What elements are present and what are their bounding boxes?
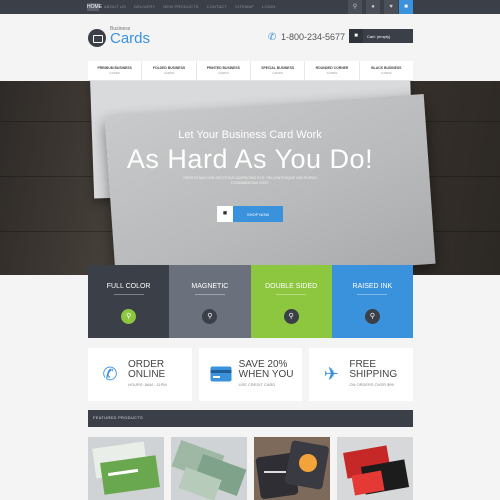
tile-title: RAISED INK xyxy=(352,283,393,290)
top-links: ABOUT US DELIVERY NEW PRODUCTS CONTACT S… xyxy=(104,4,275,9)
nav-sub: CARDS xyxy=(381,71,392,75)
cart-button[interactable]: ■ Cart: (empty) xyxy=(349,29,413,43)
logo-icon[interactable] xyxy=(88,29,106,47)
header: Business Cards ✆ 1-800-234-5677 ■ Cart: … xyxy=(0,14,500,61)
info-order-online[interactable]: ✆ ORDER ONLINE HOURS: 8AM - 11PM xyxy=(88,348,192,401)
nav-sub: CARDS xyxy=(272,71,283,75)
product-image-1[interactable] xyxy=(88,437,164,500)
top-link-delivery[interactable]: DELIVERY xyxy=(134,4,155,9)
cart-icon: ■ xyxy=(349,29,363,43)
tile-full-color[interactable]: FULL COLOR ⚲ xyxy=(88,265,170,338)
product-image-3[interactable] xyxy=(254,437,330,500)
top-link-about[interactable]: ABOUT US xyxy=(104,4,126,9)
hero-title: As Hard As You Do! xyxy=(126,144,374,174)
cart-label: Cart: (empty) xyxy=(367,33,391,39)
info-line3: ON ORDERS OVER $99 xyxy=(349,382,394,387)
airplane-icon: ✈ xyxy=(323,364,339,384)
product-image-4[interactable] xyxy=(337,437,413,500)
nav-item-premium[interactable]: PREMIUM BUSINESS CARDS xyxy=(88,61,143,80)
search-icon[interactable]: ⚲ xyxy=(348,0,362,14)
nav-sub: CARDS xyxy=(109,71,120,75)
product-grid xyxy=(88,437,413,500)
tile-raised-ink[interactable]: RAISED INK ⚲ xyxy=(331,265,413,338)
info-line3: HOURS: 8AM - 11PM xyxy=(128,382,167,387)
product-image-2[interactable] xyxy=(171,437,247,500)
phone-icon: ✆ xyxy=(268,32,277,43)
nav-item-black[interactable]: BLACK BUSINESS CARDS xyxy=(360,61,413,80)
shop-now-label: SHOP NOW xyxy=(246,211,270,217)
info-line2: ONLINE xyxy=(128,369,166,380)
info-line3: USE CREDIT CARD xyxy=(238,382,276,387)
top-bar: HOME ABOUT US DELIVERY NEW PRODUCTS CONT… xyxy=(0,0,500,14)
tile-double-sided[interactable]: DOUBLE SIDED ⚲ xyxy=(250,265,332,338)
credit-card-icon xyxy=(209,362,233,386)
nav-label: ROUNDED CORNER xyxy=(315,66,349,70)
info-boxes: ✆ ORDER ONLINE HOURS: 8AM - 11PM SAVE 20… xyxy=(88,348,414,401)
info-free-shipping[interactable]: ✈ FREE SHIPPING ON ORDERS OVER $99 xyxy=(309,348,414,401)
logo-text[interactable]: Cards xyxy=(110,31,150,47)
info-line2: SHIPPING xyxy=(349,369,398,380)
nav-sub: CARDS xyxy=(163,71,175,75)
feature-tiles: FULL COLOR ⚲ MAGNETIC ⚲ DOUBLE SIDED ⚲ R… xyxy=(88,265,413,338)
tile-title: MAGNETIC xyxy=(191,283,229,290)
nav-item-printed[interactable]: PRINTED BUSINESS CARDS xyxy=(197,61,251,80)
nav-label: FOLDED BUSINESS xyxy=(152,66,186,70)
home-link[interactable]: HOME xyxy=(87,3,102,11)
top-link-contact[interactable]: CONTACT xyxy=(207,4,227,9)
info-line2: WHEN YOU xyxy=(238,369,294,380)
featured-products-header: FEATURED PRODUCTS xyxy=(88,410,413,427)
tile-divider xyxy=(194,294,225,295)
heart-icon[interactable]: ♥ xyxy=(384,0,398,14)
nav-sub: CARDS xyxy=(218,71,229,75)
nav-label: PRINTED BUSINESS xyxy=(206,66,240,70)
cart-icon[interactable]: ■ xyxy=(399,0,413,14)
top-link-login[interactable]: LOGIN xyxy=(262,4,275,9)
shop-now-button[interactable]: ■ SHOP NOW xyxy=(217,206,283,222)
search-icon[interactable]: ⚲ xyxy=(364,309,380,324)
tile-divider xyxy=(357,294,388,295)
nav-label: SPECIAL BUSINESS xyxy=(261,66,295,70)
phone-icon: ✆ xyxy=(102,364,118,384)
tile-magnetic[interactable]: MAGNETIC ⚲ xyxy=(169,265,251,338)
search-icon[interactable]: ⚲ xyxy=(121,309,137,324)
hero-subtitle: Let Your Business Card Work xyxy=(178,129,322,141)
top-link-new-products[interactable]: NEW PRODUCTS xyxy=(163,4,198,9)
nav-item-folded[interactable]: FOLDED BUSINESS CARDS xyxy=(142,61,197,80)
top-link-sitemap[interactable]: SITEMAP xyxy=(235,4,254,9)
cart-icon: ■ xyxy=(217,206,233,222)
tile-title: FULL COLOR xyxy=(106,283,151,290)
nav-label: PREMIUM BUSINESS xyxy=(97,66,132,70)
nav-label: BLACK BUSINESS xyxy=(371,66,402,70)
user-icon[interactable]: ● xyxy=(366,0,380,14)
hero-body-text: DEER ETIAM CON SECTETUR ADIPISCING ELIT.… xyxy=(183,176,317,185)
tile-divider xyxy=(113,294,144,295)
main-nav: PREMIUM BUSINESS CARDS FOLDED BUSINESS C… xyxy=(88,61,413,81)
nav-sub: CARDS xyxy=(326,71,338,75)
tile-title: DOUBLE SIDED xyxy=(265,283,318,290)
featured-title: FEATURED PRODUCTS xyxy=(93,415,143,420)
nav-item-special[interactable]: SPECIAL BUSINESS CARDS xyxy=(251,61,306,80)
search-icon[interactable]: ⚲ xyxy=(202,309,218,324)
nav-item-rounded[interactable]: ROUNDED CORNER CARDS xyxy=(305,61,360,80)
search-icon[interactable]: ⚲ xyxy=(283,309,299,324)
tile-divider xyxy=(276,294,307,295)
hero-banner: Let Your Business Card Work As Hard As Y… xyxy=(0,81,500,275)
phone-number: 1-800-234-5677 xyxy=(281,32,346,42)
info-save[interactable]: SAVE 20% WHEN YOU USE CREDIT CARD xyxy=(198,348,303,401)
